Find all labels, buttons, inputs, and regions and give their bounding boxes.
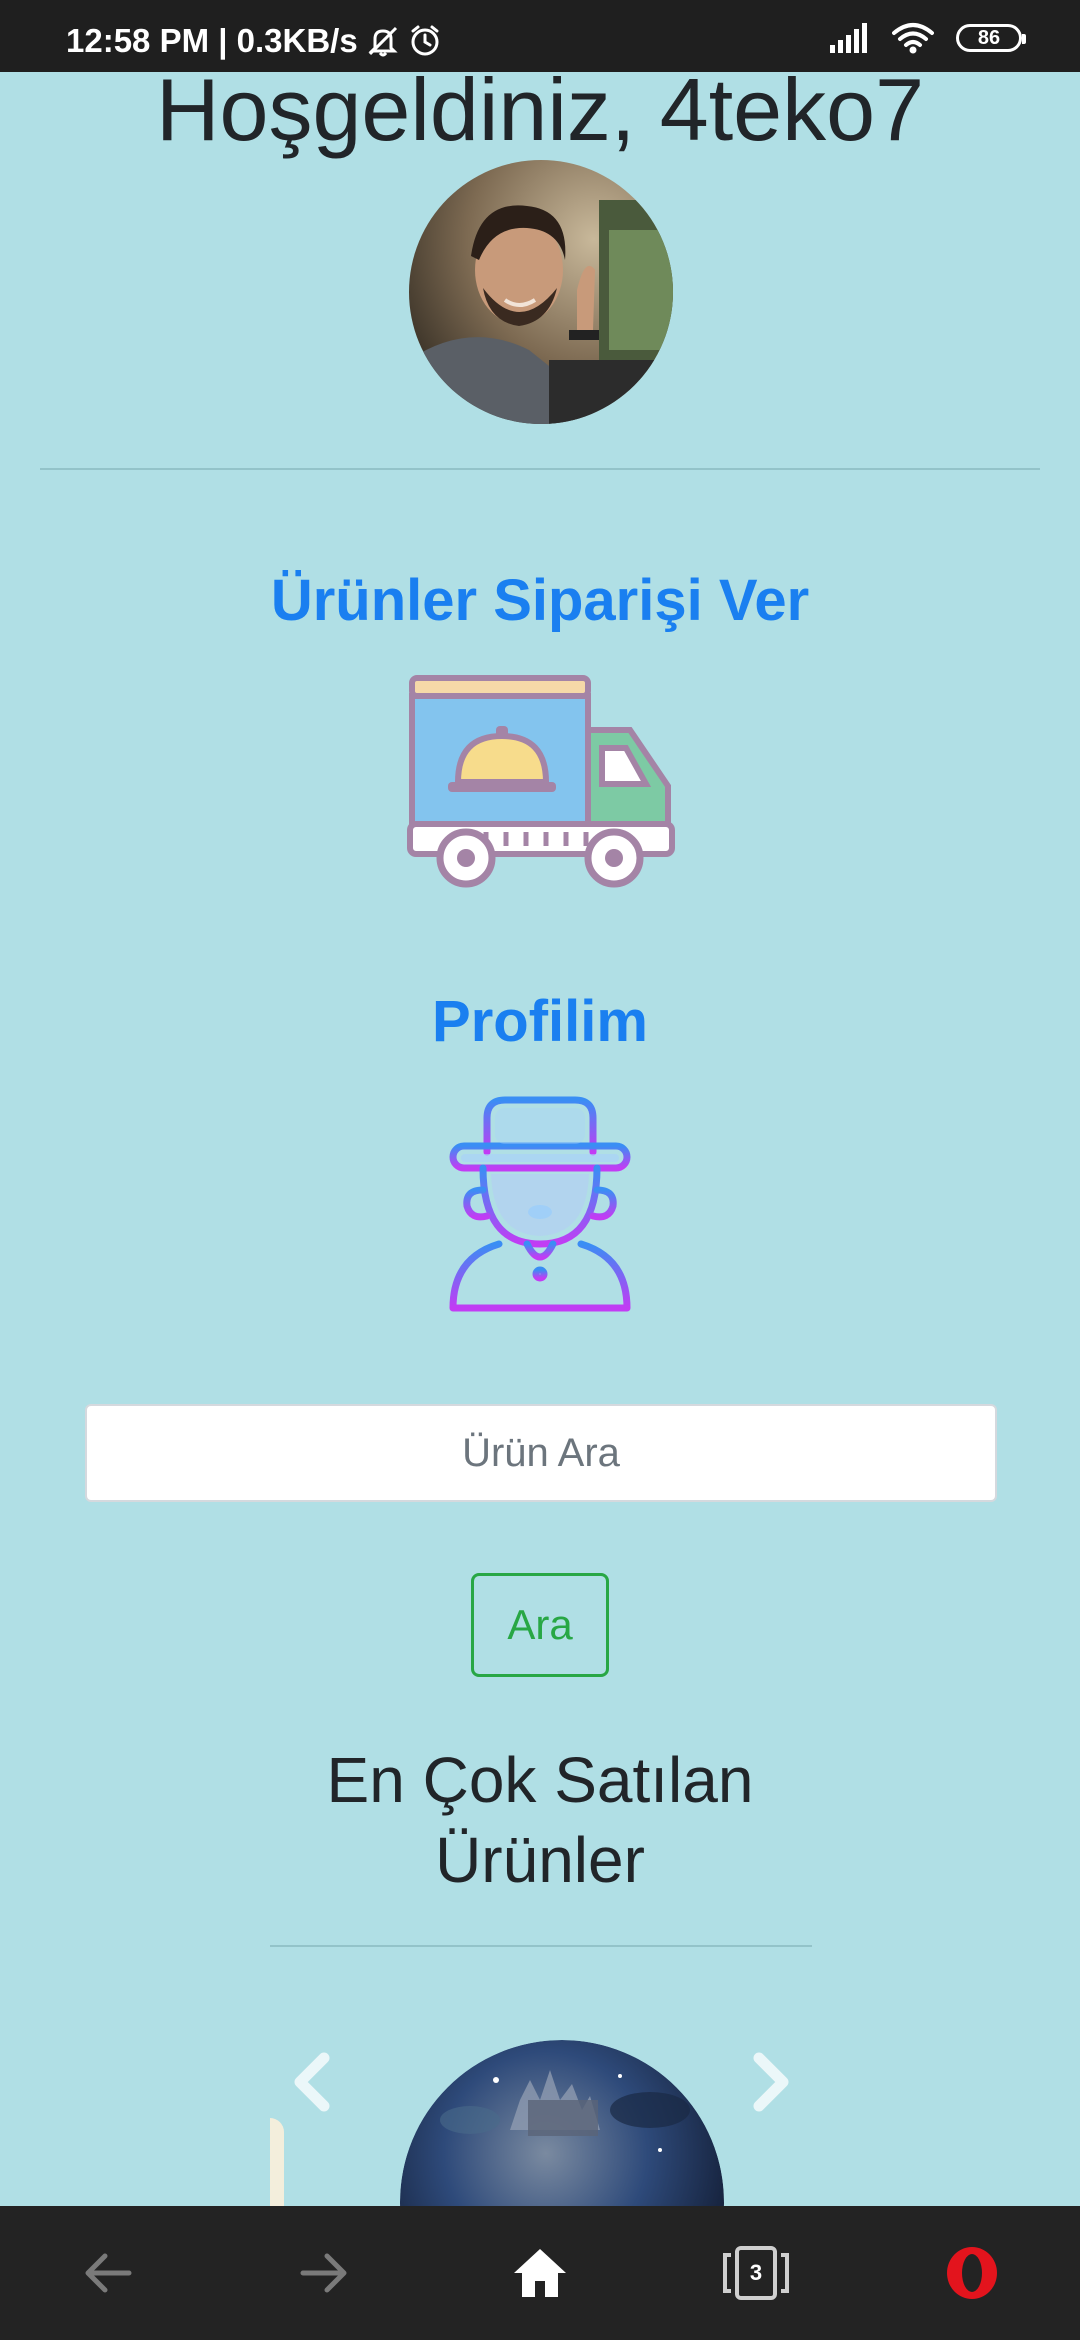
status-time-network: 12:58 PM | 0.3KB/s [66, 22, 358, 59]
tabs-icon: 3 [721, 2245, 791, 2301]
product-search-input[interactable] [85, 1404, 997, 1502]
battery-icon: 86 [956, 24, 1026, 52]
chevron-right-icon [753, 2052, 789, 2112]
browser-nav-bar: 3 [0, 2206, 1080, 2340]
opera-icon [947, 2247, 997, 2299]
main-content: Hoşgeldiniz, 4teko7 Ürünler Siparişi Ver… [0, 0, 1080, 2206]
chevron-left-icon [294, 2052, 330, 2112]
status-left: 12:58 PM | 0.3KB/s [66, 22, 442, 60]
status-right: 86 [830, 22, 1026, 54]
bestsellers-carousel[interactable] [270, 2010, 812, 2206]
product-planet-image [400, 2040, 724, 2206]
my-profile-link[interactable]: Profilim [0, 988, 1080, 1055]
bell-muted-icon [368, 26, 398, 57]
header-divider [40, 468, 1040, 470]
back-button[interactable] [0, 2206, 216, 2340]
alarm-clock-icon [411, 25, 439, 56]
signal-strength-icon [830, 23, 867, 53]
opera-menu-button[interactable] [864, 2206, 1080, 2340]
carousel-previous-slide [270, 2118, 284, 2206]
carousel-prev-button[interactable] [288, 2052, 338, 2112]
carousel-next-button[interactable] [745, 2052, 795, 2112]
forward-button[interactable] [216, 2206, 432, 2340]
home-icon [514, 2249, 566, 2297]
home-button[interactable] [432, 2206, 648, 2340]
back-icon [85, 2253, 132, 2293]
delivery-truck-icon[interactable] [406, 674, 676, 890]
status-bar: 12:58 PM | 0.3KB/s 86 [0, 0, 1080, 72]
bestsellers-heading: En Çok Satılan Ürünler [326, 1744, 754, 1896]
bestsellers-divider [270, 1945, 812, 1947]
battery-level: 86 [977, 26, 1001, 49]
wifi-icon [892, 23, 934, 54]
carousel-product-image[interactable] [400, 2040, 724, 2206]
forward-icon [300, 2253, 347, 2293]
tabs-button[interactable]: 3 [648, 2206, 864, 2340]
user-profile-icon[interactable] [447, 1094, 633, 1316]
user-avatar[interactable] [409, 160, 673, 424]
order-products-link[interactable]: Ürünler Siparişi Ver [0, 567, 1080, 634]
tabs-count: 3 [749, 2260, 763, 2285]
search-button[interactable]: Ara [471, 1573, 609, 1677]
avatar-photo [409, 160, 673, 424]
